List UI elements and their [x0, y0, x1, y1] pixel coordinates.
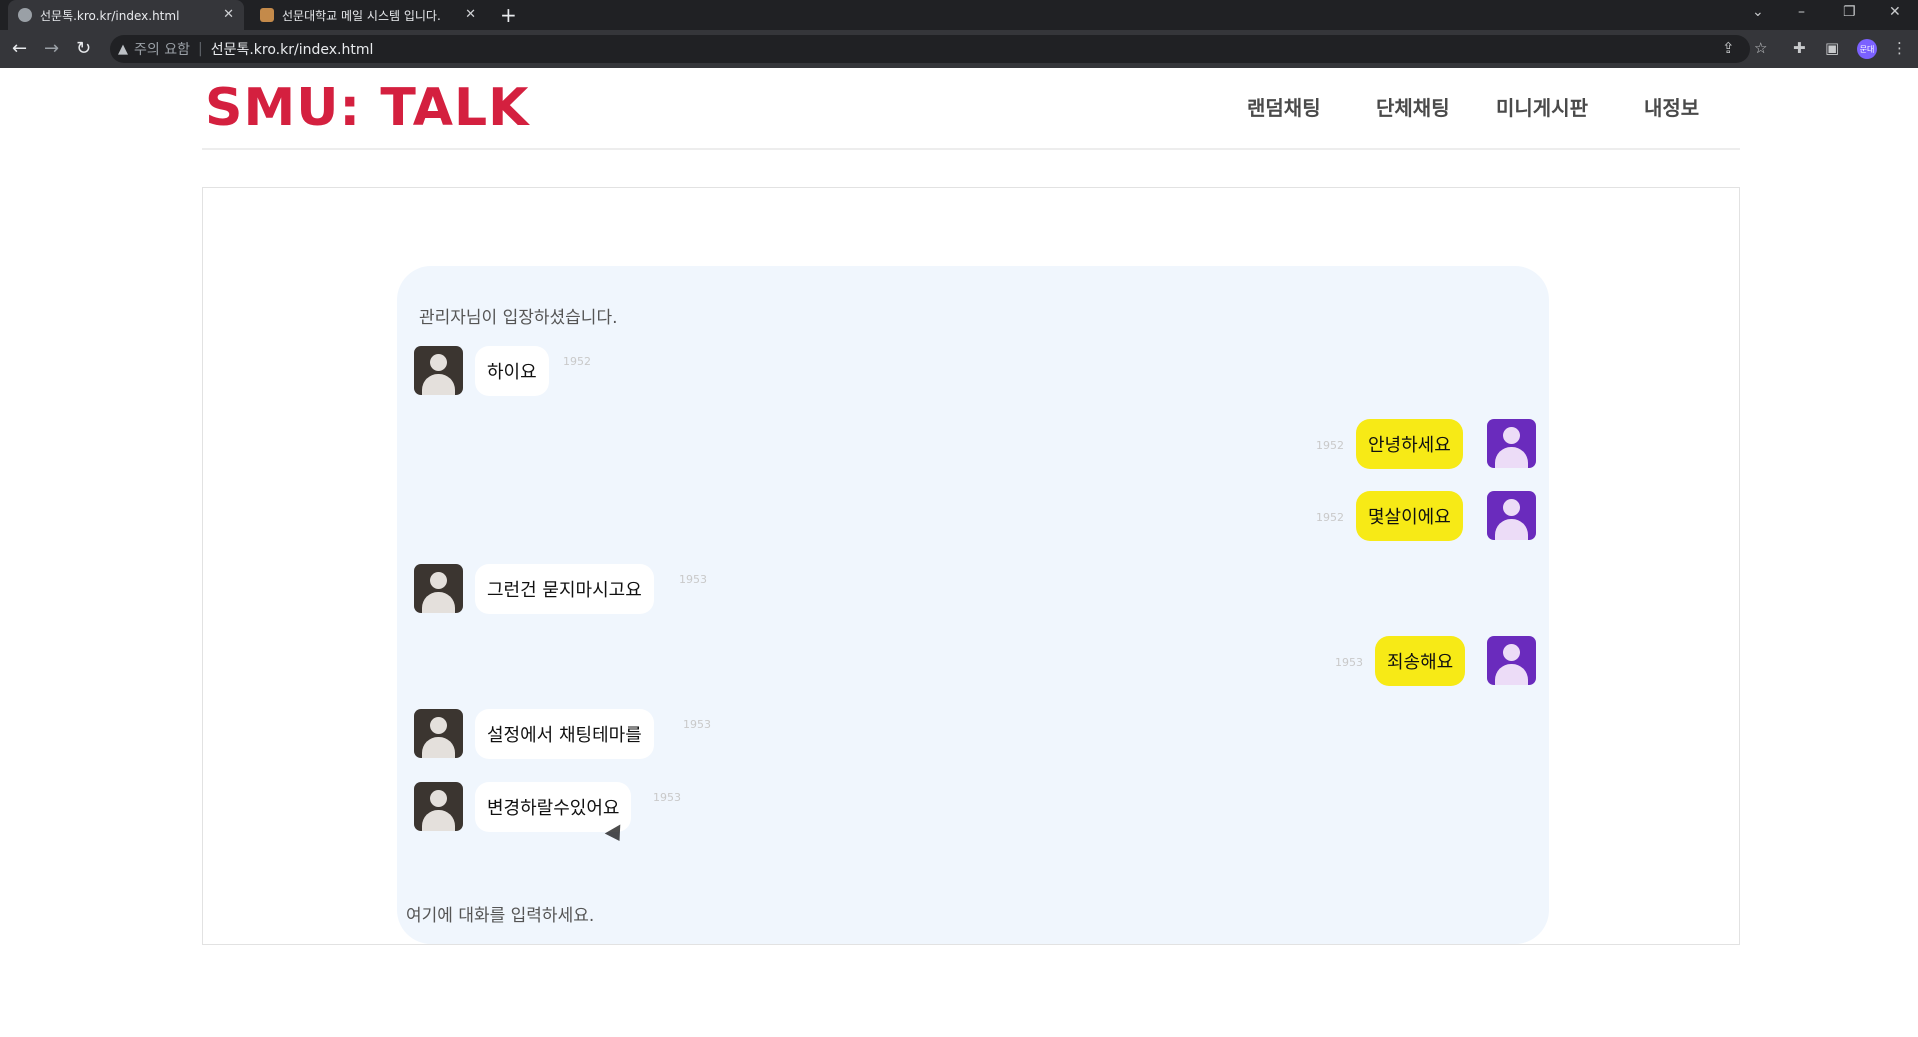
nav-mini-board[interactable]: 미니게시판 [1496, 92, 1588, 121]
message-time: 1953 [1335, 656, 1363, 669]
message-bubble: 안녕하세요 [1356, 419, 1463, 469]
message-time: 1953 [679, 573, 707, 586]
my-avatar-icon[interactable] [1487, 491, 1536, 540]
my-avatar-icon[interactable] [1487, 419, 1536, 468]
mail-favicon-icon [260, 8, 274, 22]
message-bubble: 죄송해요 [1375, 636, 1466, 686]
message-row: 1952 안녕하세요 [397, 419, 1549, 469]
close-tab-icon[interactable]: ✕ [465, 7, 476, 22]
message-time: 1952 [1316, 511, 1344, 524]
message-row: 1953 죄송해요 [397, 636, 1549, 686]
nav-group-chat[interactable]: 단체채팅 [1376, 92, 1450, 121]
tab-search-icon[interactable]: ⌄ [1752, 4, 1764, 20]
message-row: 하이요 1952 [397, 346, 1549, 396]
share-icon[interactable]: ⇪ [1722, 39, 1735, 57]
message-bubble: 변경하랄수있어요 [475, 782, 632, 832]
message-row: 그런건 묻지마시고요 1953 [397, 564, 1549, 614]
address-url[interactable]: 선문톡.kro.kr/index.html [211, 39, 374, 59]
chat-input[interactable]: 여기에 대화를 입력하세요. [406, 901, 594, 926]
header-divider [202, 148, 1740, 150]
nav-my-info[interactable]: 내정보 [1644, 92, 1699, 121]
message-time: 1953 [683, 718, 711, 731]
message-row: 변경하랄수있어요 1953 [397, 782, 1549, 832]
nav-random-chat[interactable]: 랜덤채팅 [1247, 92, 1321, 121]
user-avatar-icon[interactable] [414, 564, 463, 613]
message-row: 1952 몇살이에요 [397, 491, 1549, 541]
browser-tab-bar: 선문톡.kro.kr/index.html ✕ 선문대학교 메일 시스템 입니다… [0, 0, 1918, 30]
restore-icon[interactable]: ❐ [1843, 4, 1856, 20]
reload-icon[interactable]: ↻ [76, 38, 91, 59]
user-avatar-icon[interactable] [414, 782, 463, 831]
message-row: 설정에서 채팅테마를 1953 [397, 709, 1549, 759]
my-avatar-icon[interactable] [1487, 636, 1536, 685]
page: SMU: TALK 랜덤채팅 단체채팅 미니게시판 내정보 관리자님이 입장하셨… [0, 68, 1918, 1037]
site-logo[interactable]: SMU: TALK [205, 78, 529, 138]
message-bubble: 몇살이에요 [1356, 491, 1463, 541]
side-panel-icon[interactable]: ▣ [1825, 39, 1839, 57]
message-bubble: 설정에서 채팅테마를 [475, 709, 654, 759]
user-avatar-icon[interactable] [414, 346, 463, 395]
close-tab-icon[interactable]: ✕ [223, 7, 234, 22]
puzzle-icon[interactable]: ✚ [1793, 39, 1806, 57]
forward-icon[interactable]: → [44, 38, 59, 59]
tab-title: 선문대학교 메일 시스템 입니다. [282, 8, 441, 23]
minimize-icon[interactable]: – [1798, 4, 1805, 20]
message-time: 1952 [563, 355, 591, 368]
globe-icon [18, 8, 32, 22]
new-tab-button[interactable]: + [500, 3, 517, 27]
warning-icon[interactable]: ▲ [118, 42, 128, 57]
message-bubble: 그런건 묻지마시고요 [475, 564, 654, 614]
message-bubble: 하이요 [475, 346, 549, 396]
security-warning-text[interactable]: 주의 요함 [134, 39, 190, 59]
message-time: 1953 [653, 791, 681, 804]
close-window-icon[interactable]: ✕ [1889, 4, 1901, 20]
profile-avatar[interactable]: 문대 [1857, 39, 1877, 59]
browser-tab-active[interactable]: 선문톡.kro.kr/index.html ✕ [8, 0, 244, 30]
browser-tab[interactable]: 선문대학교 메일 시스템 입니다. ✕ [250, 0, 486, 30]
browser-toolbar: ← → ↻ ▲ 주의 요함 | 선문톡.kro.kr/index.html ⇪ … [0, 30, 1918, 68]
chat-container: 관리자님이 입장하셨습니다. 하이요 1952 1952 안녕하세요 1952 … [202, 187, 1740, 945]
more-vert-icon[interactable]: ⋮ [1892, 39, 1907, 57]
back-icon[interactable]: ← [12, 38, 27, 59]
address-bar[interactable]: ▲ 주의 요함 | 선문톡.kro.kr/index.html [110, 35, 1750, 63]
user-avatar-icon[interactable] [414, 709, 463, 758]
chat-messages-panel[interactable]: 관리자님이 입장하셨습니다. 하이요 1952 1952 안녕하세요 1952 … [397, 266, 1549, 944]
message-time: 1952 [1316, 439, 1344, 452]
system-message: 관리자님이 입장하셨습니다. [419, 308, 618, 328]
tab-title: 선문톡.kro.kr/index.html [40, 8, 180, 23]
star-icon[interactable]: ☆ [1754, 39, 1767, 57]
address-separator: | [197, 41, 203, 57]
